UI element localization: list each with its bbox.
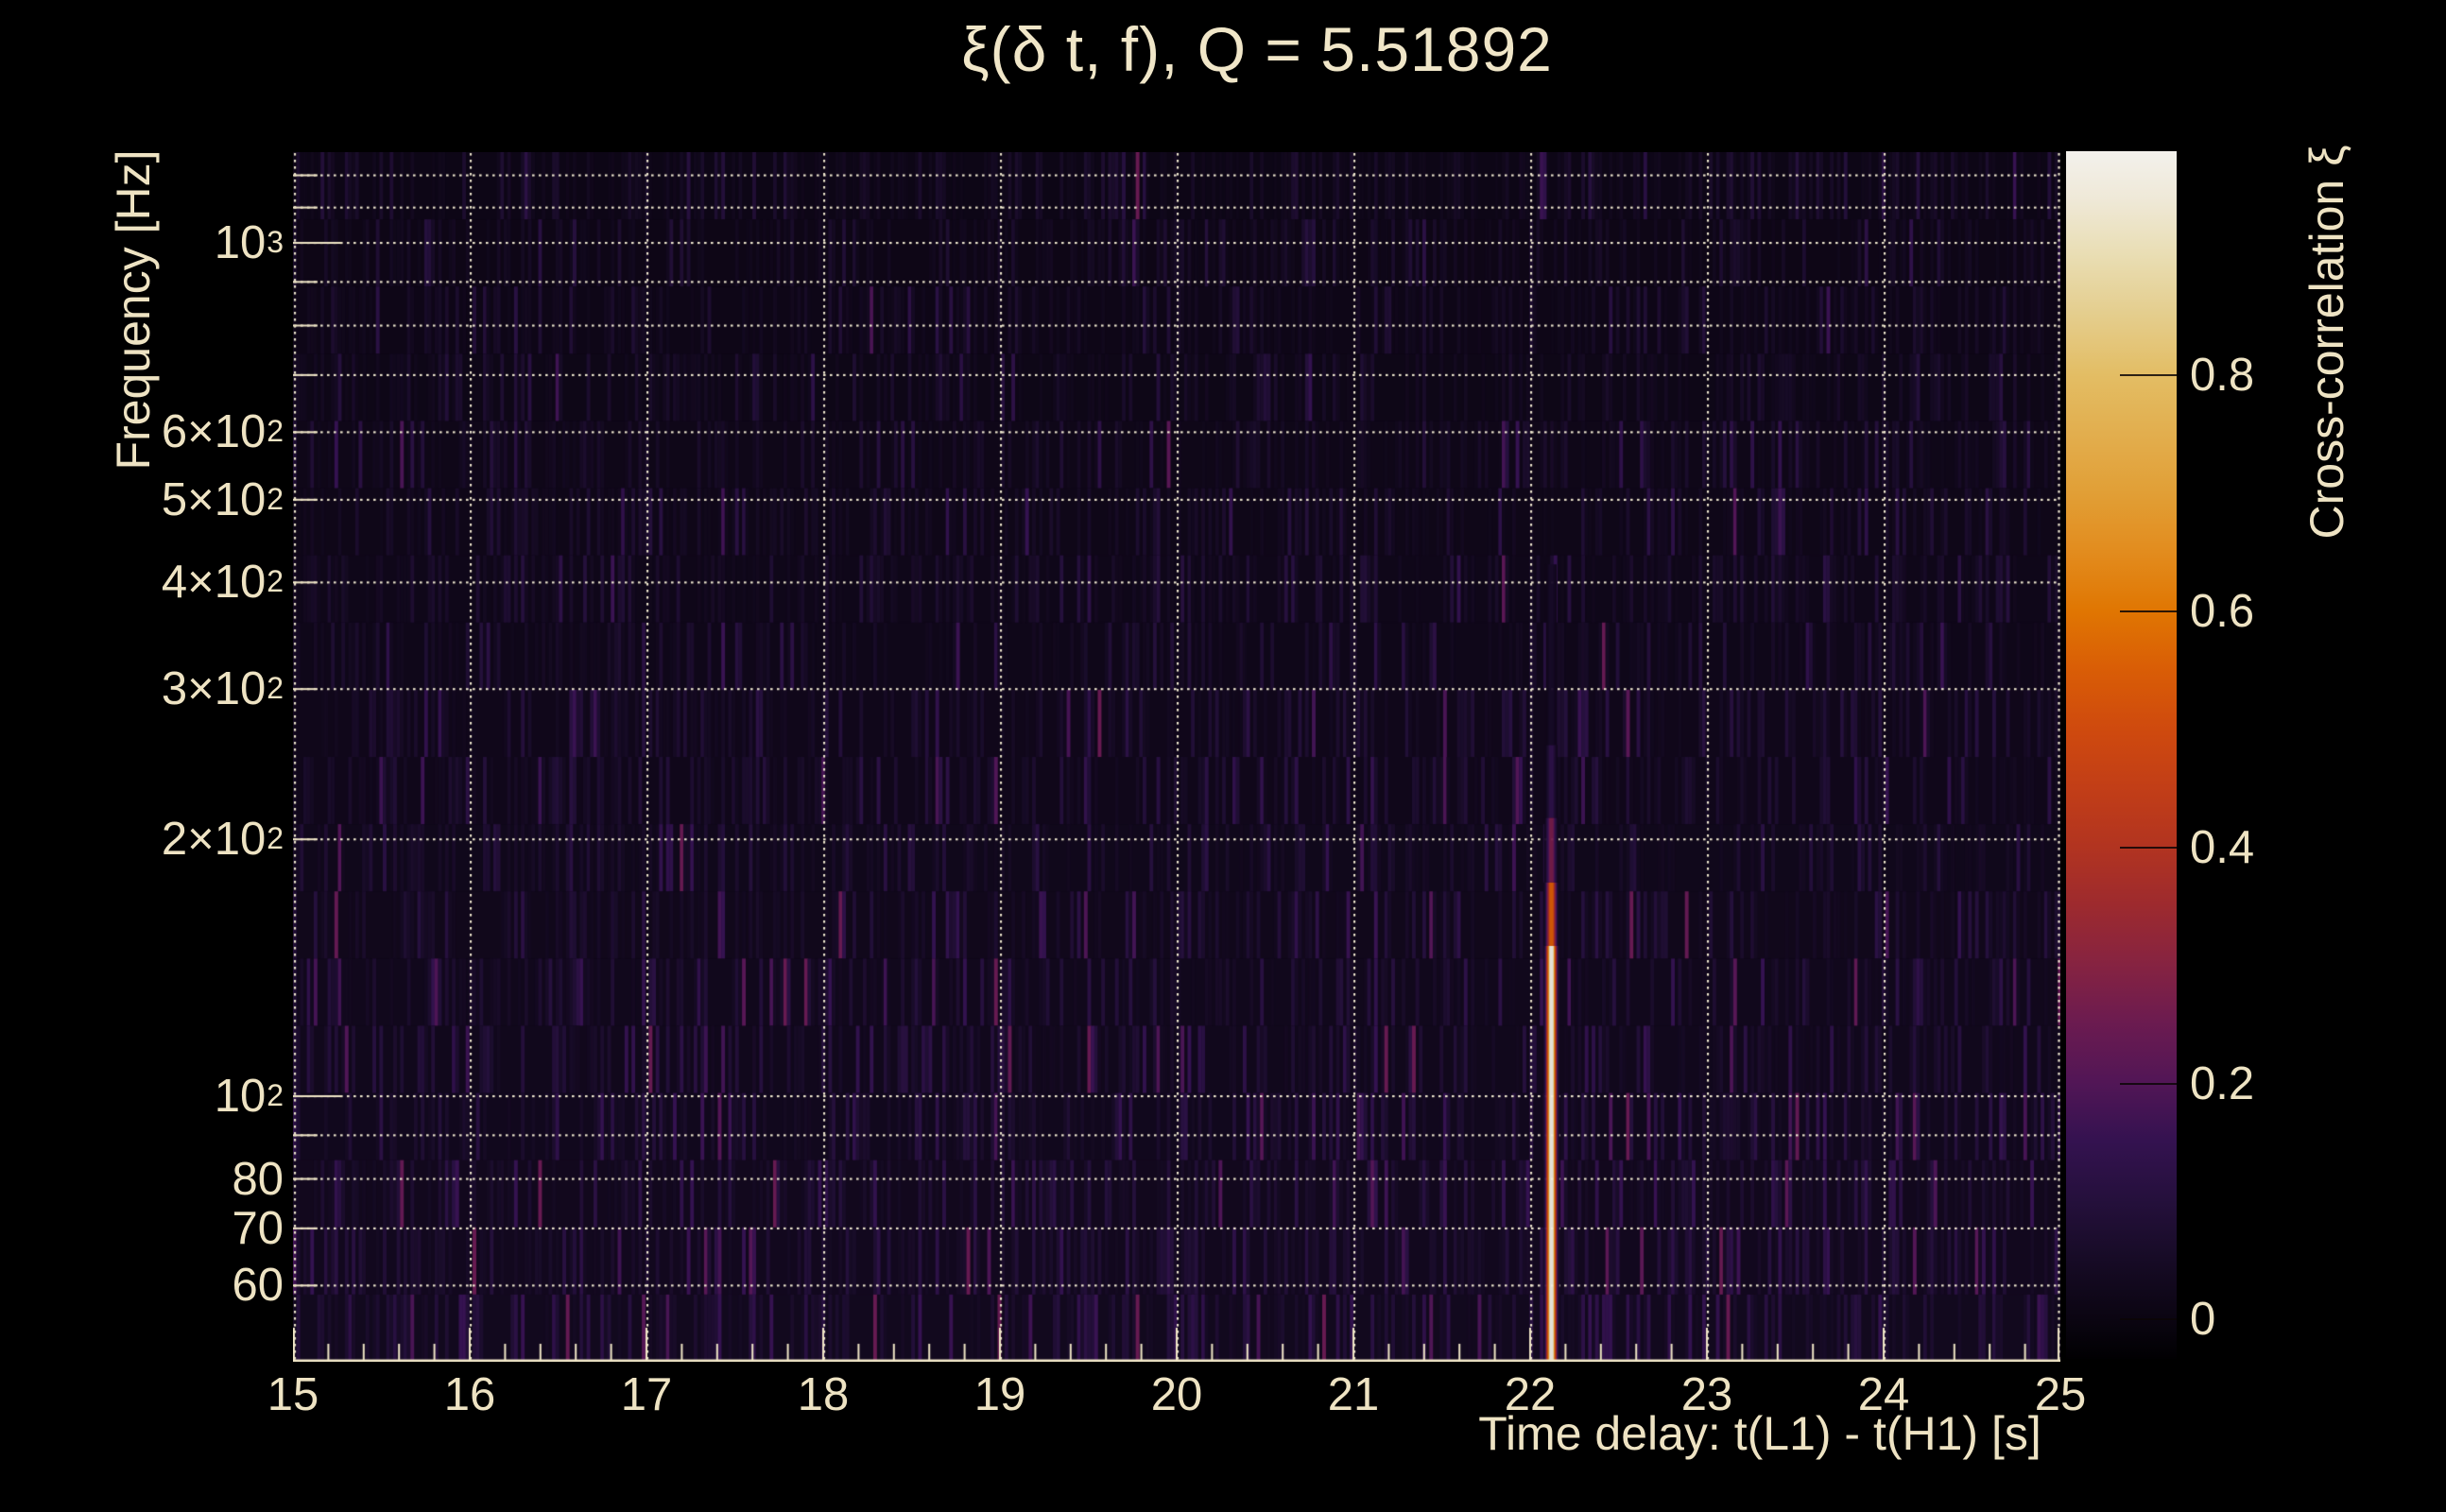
colorbar-tick-mark xyxy=(2120,1082,2177,1085)
colorbar-tick-mark xyxy=(2120,846,2177,849)
x-tick-label: 19 xyxy=(973,1369,1026,1420)
colorbar-tick-label: 0.2 xyxy=(2190,1057,2255,1109)
x-tick-label: 17 xyxy=(620,1369,673,1420)
y-tick-label: 80 xyxy=(232,1153,284,1205)
plot-title: ξ(δ t, f), Q = 5.51892 xyxy=(961,14,1553,84)
x-tick-label: 21 xyxy=(1327,1369,1380,1420)
y-tick-label: 6×102 xyxy=(161,406,284,458)
colorbar-tick-mark xyxy=(2120,610,2177,613)
colorbar-tick-label: 0 xyxy=(2190,1294,2216,1346)
y-tick-label: 102 xyxy=(214,1071,284,1122)
x-tick-label: 22 xyxy=(1504,1369,1557,1420)
figure-root: { "title": "ξ(δ t, f), Q = 5.51892", "co… xyxy=(0,0,2446,1512)
colorbar-tick-label: 0.8 xyxy=(2190,350,2255,402)
x-axis-title: Time delay: t(L1) - t(H1) [s] xyxy=(1478,1407,2041,1460)
y-tick-label: 3×102 xyxy=(161,663,284,715)
colorbar-tick-label: 0.6 xyxy=(2190,586,2255,638)
x-tick-label: 15 xyxy=(267,1369,319,1420)
heatmap-canvas xyxy=(293,152,2060,1362)
x-tick-label: 24 xyxy=(1857,1369,1910,1420)
heatmap-plot xyxy=(293,152,2060,1362)
y-tick-label: 103 xyxy=(214,217,284,268)
colorbar-tick-mark xyxy=(2120,1318,2177,1321)
x-tick-label: 20 xyxy=(1150,1369,1203,1420)
y-tick-label: 5×102 xyxy=(161,473,284,525)
x-tick-label: 18 xyxy=(797,1369,850,1420)
y-tick-label: 70 xyxy=(232,1202,284,1254)
y-tick-label: 2×102 xyxy=(161,814,284,866)
y-tick-label: 60 xyxy=(232,1260,284,1312)
colorbar-gradient xyxy=(2066,151,2177,1359)
x-tick-label: 16 xyxy=(443,1369,496,1420)
x-tick-label: 25 xyxy=(2034,1369,2087,1420)
colorbar-tick-mark xyxy=(2120,374,2177,377)
y-axis-title: Frequency [Hz] xyxy=(107,149,160,471)
x-tick-label: 23 xyxy=(1680,1369,1733,1420)
colorbar-axis-title: Cross-correlation ξ xyxy=(2300,145,2353,540)
y-tick-label: 4×102 xyxy=(161,557,284,609)
colorbar-tick-label: 0.4 xyxy=(2190,821,2255,873)
